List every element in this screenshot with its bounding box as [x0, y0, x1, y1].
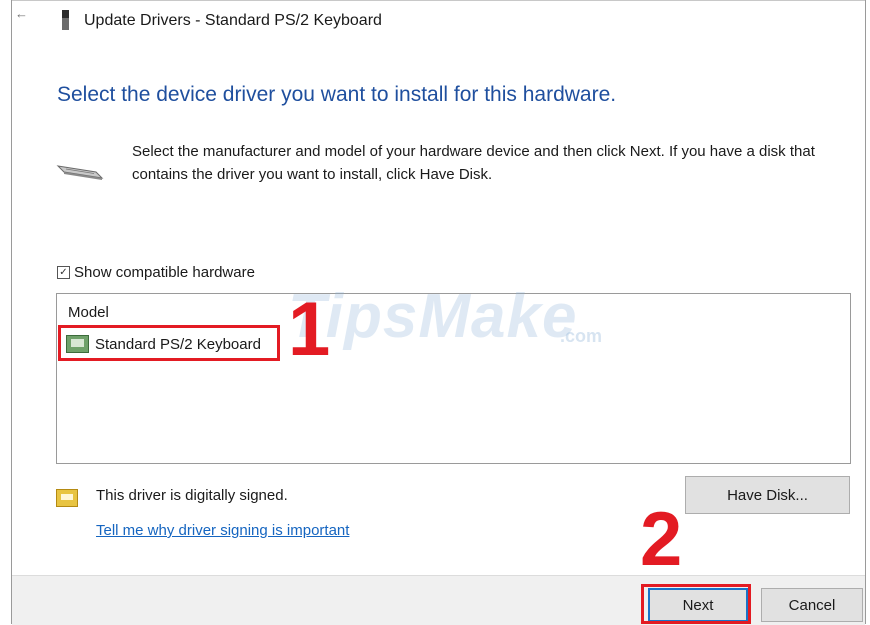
- watermark-suffix: .com: [560, 326, 603, 346]
- device-manager-icon: [62, 10, 69, 30]
- instructions-text: Select the manufacturer and model of you…: [132, 143, 815, 183]
- checkbox-checked-icon[interactable]: ✓: [57, 266, 70, 279]
- driver-signing-link[interactable]: Tell me why driver signing is important: [96, 522, 349, 539]
- window-title: Update Drivers - Standard PS/2 Keyboard: [84, 12, 382, 29]
- model-item-label: Standard PS/2 Keyboard: [95, 335, 261, 353]
- step2-number: 2: [640, 497, 683, 582]
- hardware-icon: [66, 335, 89, 353]
- window-top-border: [11, 0, 866, 1]
- step1-number: 1: [288, 287, 331, 372]
- have-disk-button[interactable]: Have Disk...: [685, 476, 850, 514]
- page-heading: Select the device driver you want to ins…: [57, 83, 617, 106]
- next-button[interactable]: Next: [648, 588, 748, 622]
- show-compatible-label: Show compatible hardware: [74, 264, 255, 281]
- signed-status-text: This driver is digitally signed.: [96, 487, 288, 504]
- back-arrow-icon[interactable]: ←: [15, 6, 28, 21]
- model-column-header: Model: [68, 304, 109, 321]
- show-compatible-hardware-checkbox[interactable]: ✓ Show compatible hardware: [57, 264, 255, 281]
- certificate-icon: [56, 489, 78, 507]
- watermark-logo: TipsMake: [288, 282, 578, 351]
- list-item[interactable]: Standard PS/2 Keyboard: [63, 330, 269, 358]
- window-left-border: [11, 0, 12, 624]
- keyboard-icon: [56, 165, 104, 180]
- cancel-button[interactable]: Cancel: [761, 588, 863, 622]
- window-right-border: [865, 0, 866, 624]
